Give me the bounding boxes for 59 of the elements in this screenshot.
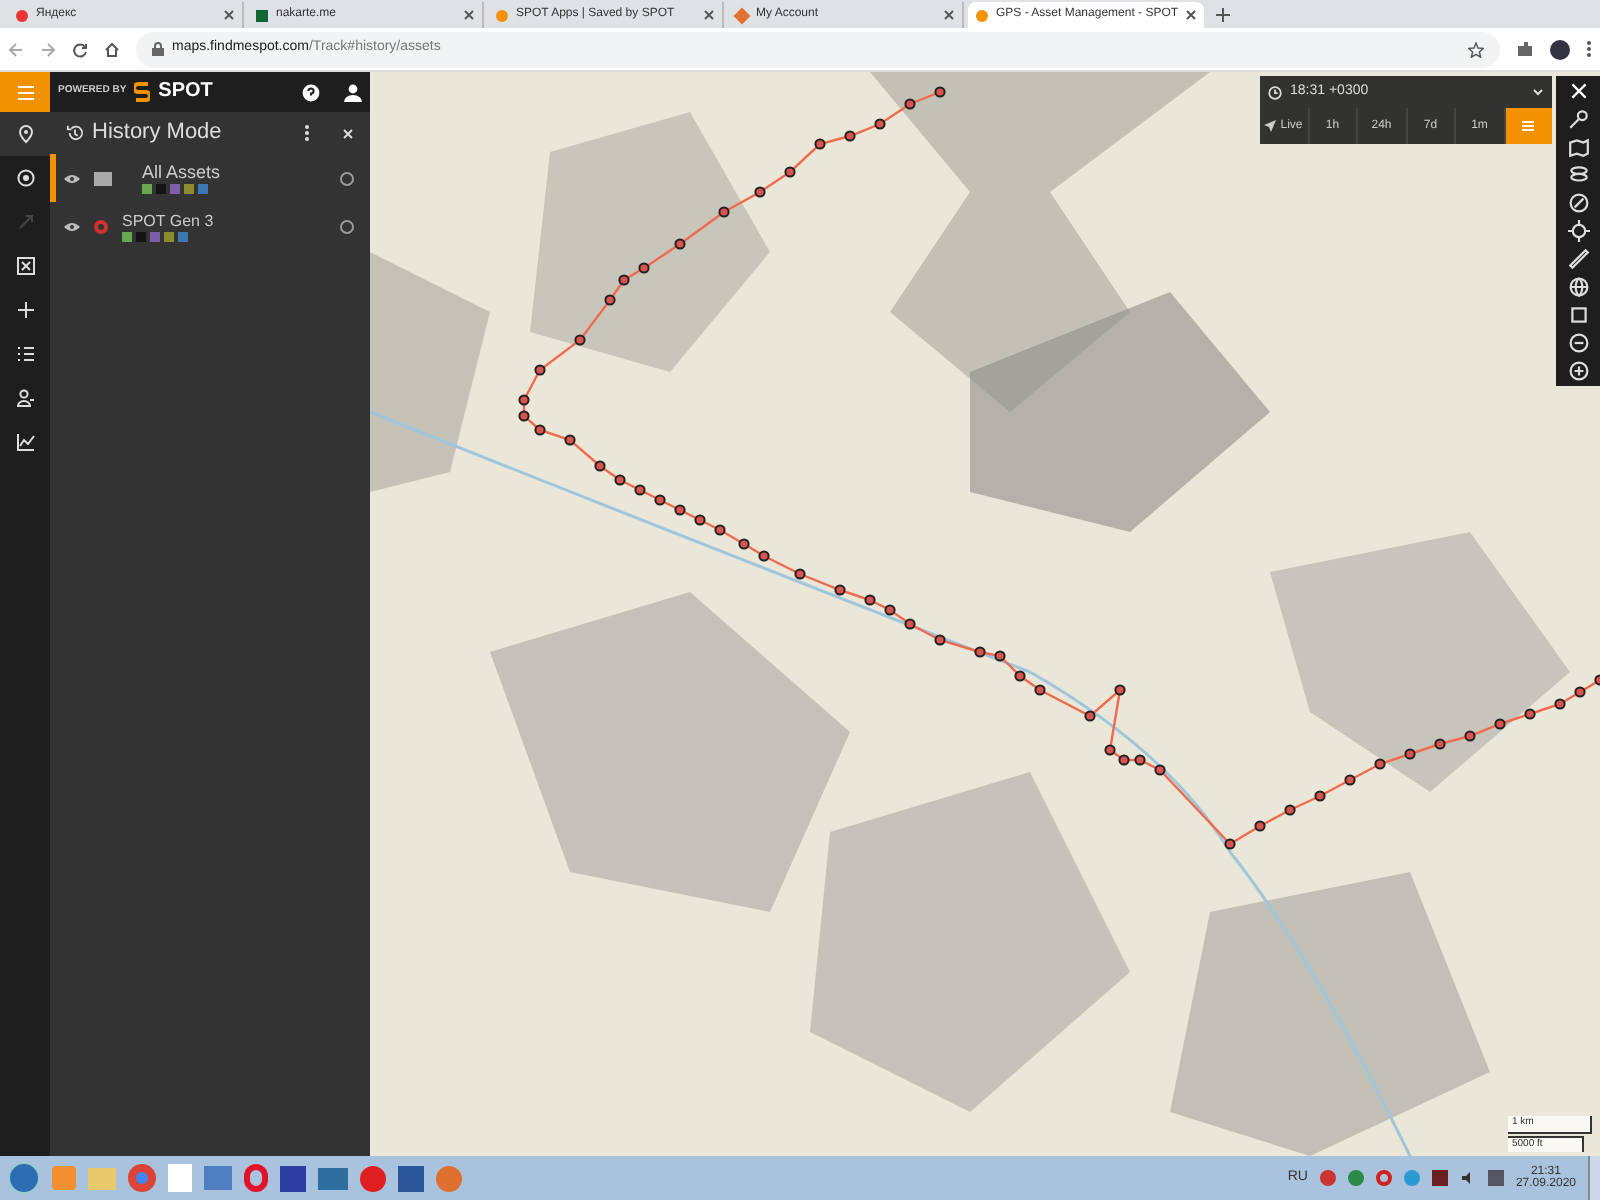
favicon-icon [496, 9, 508, 21]
menu-icon[interactable] [1586, 40, 1592, 58]
star-icon[interactable] [1468, 41, 1484, 57]
user-icon[interactable] [344, 83, 362, 101]
reload-icon[interactable] [72, 41, 88, 57]
target-icon [15, 168, 35, 188]
extension-icon[interactable] [1516, 40, 1534, 58]
people-icon [15, 388, 35, 408]
map-icon[interactable] [1567, 136, 1589, 158]
lock-icon [152, 42, 164, 56]
asset-name: All Assets [142, 161, 221, 185]
chevron-icon[interactable] [1532, 88, 1544, 96]
zoom-in-icon[interactable] [1567, 360, 1589, 382]
home-icon[interactable] [104, 41, 120, 57]
settings-icon[interactable] [340, 171, 354, 185]
favicon-icon [16, 9, 28, 21]
favicon-icon [733, 6, 751, 24]
tab-close-icon[interactable] [704, 10, 714, 20]
frame-icon[interactable] [1567, 304, 1589, 326]
more-icon[interactable] [304, 124, 310, 142]
favicon-icon [256, 9, 268, 21]
close-icon[interactable] [342, 127, 354, 139]
panel-title: History Mode [92, 118, 222, 149]
tab-close-icon[interactable] [464, 10, 474, 20]
device-icon [94, 219, 108, 233]
start-icon[interactable] [8, 1162, 40, 1194]
ruler-icon[interactable] [1567, 248, 1589, 270]
tab-close-icon[interactable] [944, 10, 954, 20]
locate-icon[interactable] [1567, 220, 1589, 242]
avatar-icon[interactable] [1550, 39, 1570, 59]
logo-text: SPOT [158, 82, 213, 102]
history-icon [66, 124, 84, 142]
time-range-tab[interactable] [1505, 108, 1552, 144]
layers-icon[interactable] [1567, 164, 1589, 186]
chart-icon [15, 432, 35, 452]
list-icon [15, 344, 35, 364]
favicon-icon [976, 9, 988, 21]
pin-icon [15, 124, 35, 144]
compass-icon[interactable] [1567, 192, 1589, 214]
arrow-icon [15, 212, 35, 232]
x-box-icon [15, 256, 35, 276]
tab-close-icon[interactable] [1186, 10, 1196, 20]
nav-tab[interactable] [0, 112, 50, 156]
globe-icon[interactable] [1567, 276, 1589, 298]
key-icon[interactable] [1567, 108, 1589, 130]
new-tab-icon[interactable] [1216, 7, 1230, 21]
clock-icon [1268, 85, 1282, 99]
navigation-arrow-icon [1264, 120, 1277, 132]
asset-name: SPOT Gen 3 [122, 211, 214, 231]
opera-icon[interactable] [244, 1164, 268, 1192]
asset-row[interactable]: SPOT Gen 3 [50, 202, 370, 250]
logo-icon [134, 81, 151, 103]
help-icon[interactable] [302, 83, 320, 101]
tab-close-icon[interactable] [224, 10, 234, 20]
settings-icon[interactable] [340, 219, 354, 233]
volume-icon[interactable] [1459, 1170, 1476, 1186]
menu-icon [17, 85, 33, 99]
zoom-out-icon[interactable] [1567, 332, 1589, 354]
plus-icon [15, 300, 35, 320]
